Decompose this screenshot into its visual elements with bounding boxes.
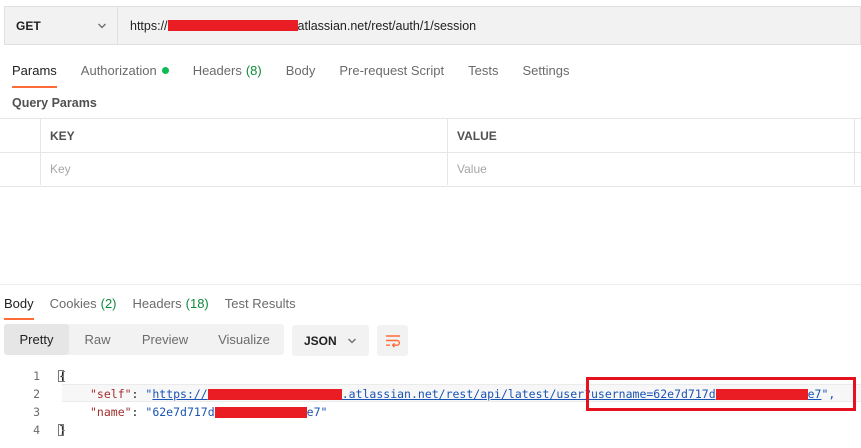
line-number: 2 — [33, 387, 40, 401]
tab-label: Cookies — [49, 295, 97, 311]
json-key: "name" — [90, 405, 132, 419]
view-preview-button[interactable]: Preview — [126, 324, 204, 355]
chevron-down-icon — [98, 23, 106, 28]
table-header-row: KEY VALUE — [0, 119, 861, 153]
method-label: GET — [16, 18, 41, 33]
format-label: JSON — [304, 333, 337, 348]
colon: : — [131, 387, 146, 401]
redaction-bar — [207, 389, 342, 400]
view-pretty-button[interactable]: Pretty — [4, 324, 69, 355]
tab-authorization[interactable]: Authorization — [81, 58, 169, 82]
wrap-lines-icon — [385, 334, 400, 348]
tab-settings[interactable]: Settings — [522, 58, 569, 82]
view-raw-button[interactable]: Raw — [69, 324, 126, 355]
name-property: "name": "62e7d717d e7" — [90, 405, 327, 419]
url-suffix: atlassian.net/rest/auth/1/session — [297, 18, 477, 33]
matching-bracket-box — [58, 370, 64, 382]
line-number: 4 — [33, 423, 40, 437]
url-prefix: https:// — [130, 18, 168, 33]
tab-count: (8) — [245, 62, 262, 78]
tab-label: Params — [12, 62, 57, 78]
request-url-bar: GET https:// atlassian.net/rest/auth/1/s… — [4, 6, 861, 45]
tab-count: (18) — [185, 295, 209, 311]
value-input[interactable]: Value — [448, 152, 855, 185]
json-key: "self" — [90, 387, 132, 401]
tab-body[interactable]: Body — [286, 58, 316, 82]
colon: : — [131, 405, 146, 419]
request-tabs: Params Authorization Headers (8) Body Pre… — [0, 58, 593, 88]
url-part: https:// — [152, 387, 208, 401]
tab-label: Headers — [132, 295, 182, 311]
response-tabs: Body Cookies (2) Headers (18) Test Results — [0, 292, 312, 320]
tab-label: Authorization — [80, 62, 157, 78]
tab-label: Headers — [192, 62, 242, 78]
url-input[interactable]: https:// atlassian.net/rest/auth/1/sessi… — [118, 6, 861, 45]
key-column-header: KEY — [41, 119, 448, 152]
tab-response-body[interactable]: Body — [4, 292, 34, 320]
matching-bracket-box — [58, 424, 64, 436]
tab-label: Body — [4, 295, 34, 311]
line-number: 1 — [33, 369, 40, 383]
format-select[interactable]: JSON — [292, 325, 369, 356]
tab-count: (2) — [100, 295, 117, 311]
table-checkbox-column — [0, 119, 41, 152]
table-row: Key Value — [0, 152, 861, 185]
view-visualize-button[interactable]: Visualize — [204, 324, 284, 355]
row-checkbox-cell — [0, 152, 41, 185]
query-params-title: Query Params — [12, 96, 97, 110]
highlight-annotation-box — [586, 377, 856, 411]
redaction-bar — [167, 20, 298, 31]
wrap-lines-button[interactable] — [377, 325, 408, 356]
json-string: e7" — [306, 405, 328, 419]
tab-test-results[interactable]: Test Results — [225, 292, 296, 314]
key-input[interactable]: Key — [41, 152, 448, 185]
url-part: .atlassian.net/rest/api/latest/use — [341, 387, 578, 401]
tab-label: Settings — [522, 62, 570, 78]
tab-params[interactable]: Params — [12, 58, 57, 88]
tab-label: Pre-request Script — [339, 62, 445, 78]
tab-response-headers[interactable]: Headers (18) — [133, 292, 209, 314]
view-mode-selector: Pretty Raw Preview Visualize — [4, 324, 284, 355]
query-params-table: KEY VALUE Key Value — [0, 118, 861, 187]
value-column-header: VALUE — [448, 119, 855, 152]
tab-cookies[interactable]: Cookies (2) — [50, 292, 117, 314]
tab-label: Tests — [468, 62, 499, 78]
tab-label: Test Results — [224, 295, 296, 311]
pane-divider[interactable] — [0, 284, 861, 285]
tab-pre-request-script[interactable]: Pre-request Script — [339, 58, 444, 82]
tab-headers[interactable]: Headers (8) — [193, 58, 262, 82]
redaction-bar — [214, 407, 307, 418]
chevron-down-icon — [348, 338, 356, 343]
line-number: 3 — [33, 405, 40, 419]
json-string: "62e7d717d — [145, 405, 215, 419]
tab-label: Body — [285, 62, 316, 78]
method-select[interactable]: GET — [4, 6, 118, 45]
code-line: 4 } — [0, 421, 861, 439]
status-dot-icon — [161, 66, 169, 74]
tab-tests[interactable]: Tests — [468, 58, 498, 82]
